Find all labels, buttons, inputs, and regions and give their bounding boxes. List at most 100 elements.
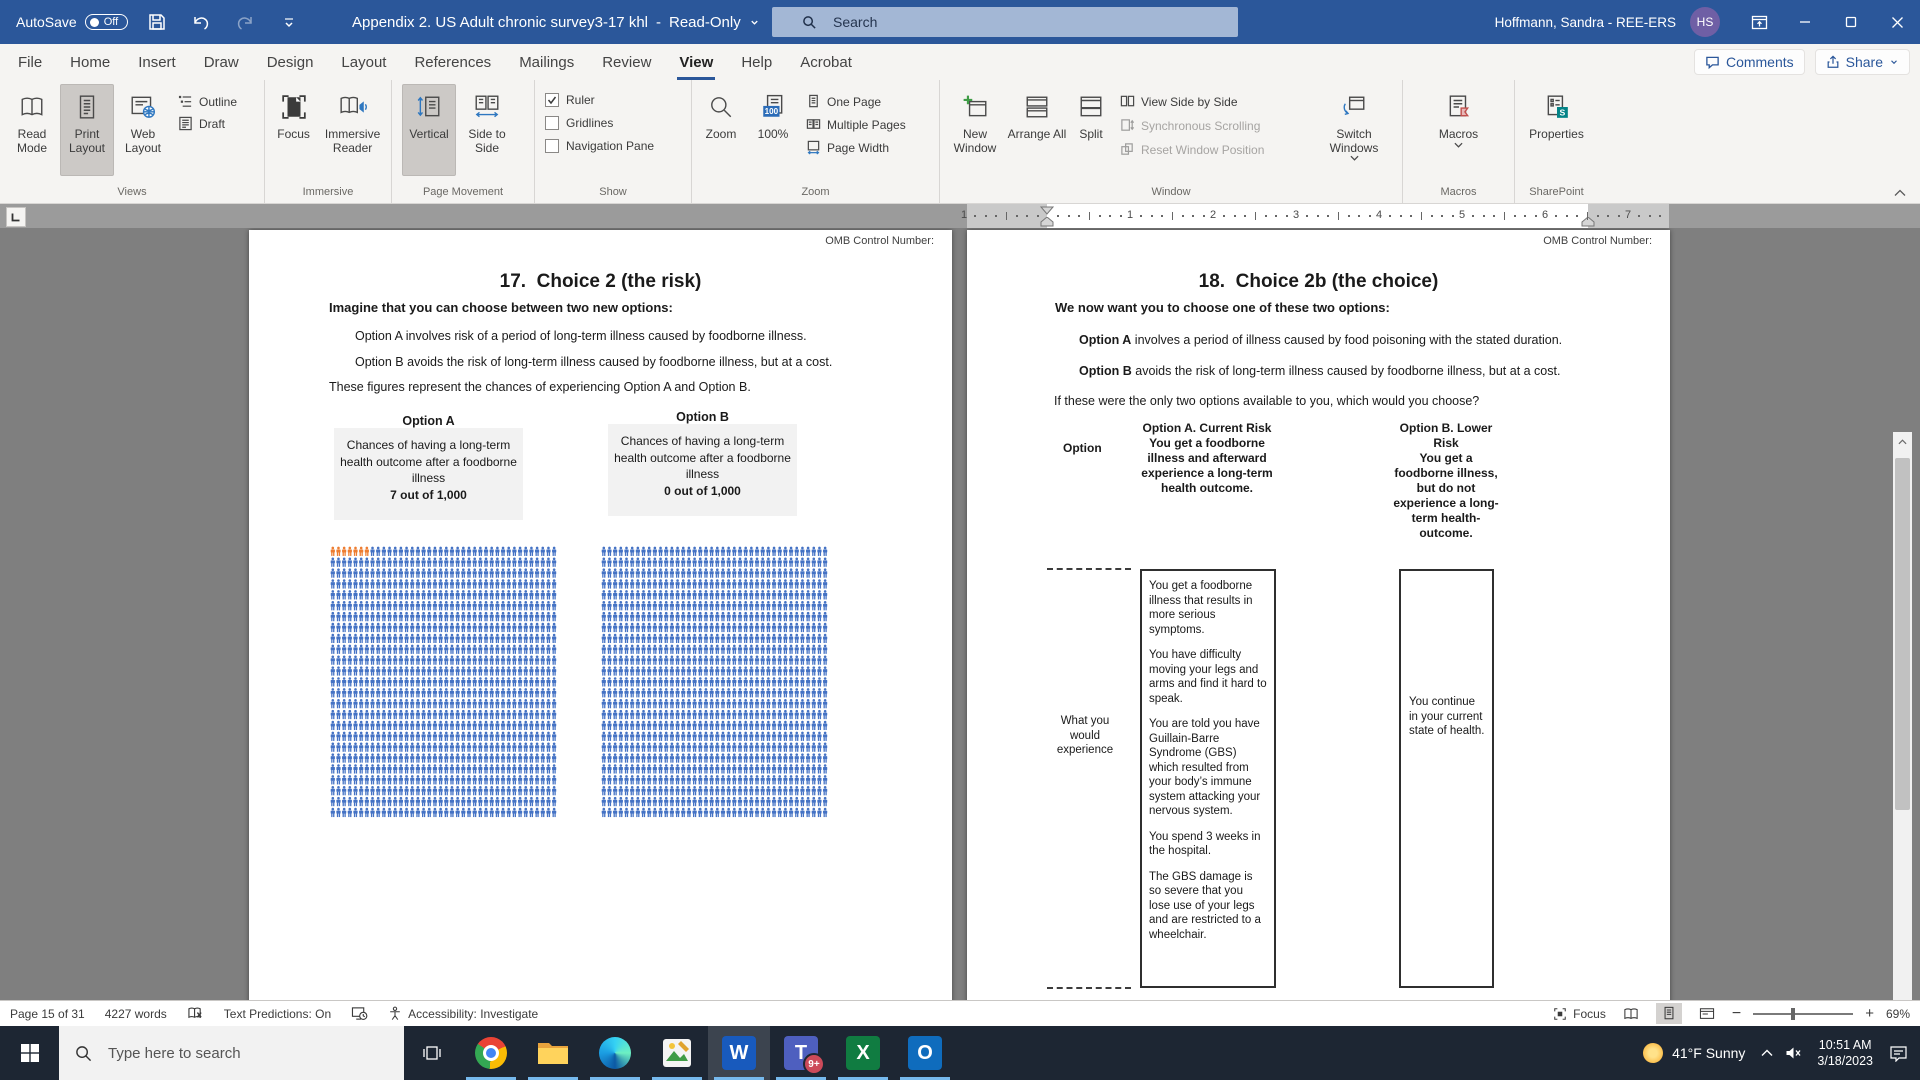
- taskbar-app-excel[interactable]: X: [832, 1026, 894, 1080]
- web-layout-button[interactable]: Web Layout: [114, 84, 172, 176]
- scroll-up-button[interactable]: [1893, 432, 1912, 452]
- word-count-status[interactable]: 4227 words: [105, 1007, 167, 1021]
- multiple-pages-button[interactable]: Multiple Pages: [806, 117, 906, 132]
- read-mode-view-button[interactable]: [1618, 1003, 1644, 1024]
- properties-button[interactable]: S Properties: [1524, 84, 1590, 176]
- taskbar-search-box[interactable]: [59, 1026, 404, 1080]
- show-hidden-icons-button[interactable]: [1761, 1049, 1773, 1057]
- table-header-option-b: Option B. Lower Risk You get a foodborne…: [1391, 421, 1501, 541]
- print-layout-button[interactable]: Print Layout: [60, 84, 114, 176]
- chevron-down-icon: [1889, 57, 1899, 67]
- tab-mailings[interactable]: Mailings: [505, 44, 588, 80]
- tab-references[interactable]: References: [400, 44, 505, 80]
- taskbar-app-outlook[interactable]: O: [894, 1026, 956, 1080]
- share-button[interactable]: Share: [1815, 49, 1910, 75]
- ribbon-display-options-button[interactable]: [1736, 0, 1782, 44]
- taskbar-app-edge[interactable]: [584, 1026, 646, 1080]
- taskbar-clock[interactable]: 10:51 AM 3/18/2023: [1817, 1037, 1873, 1069]
- print-layout-view-button[interactable]: [1656, 1003, 1682, 1024]
- zoom-out-button[interactable]: −: [1732, 1005, 1741, 1023]
- one-page-button[interactable]: One Page: [806, 94, 906, 109]
- redo-button[interactable]: [230, 7, 260, 37]
- comments-button[interactable]: Comments: [1694, 49, 1805, 75]
- intelligent-services-button[interactable]: [351, 1006, 368, 1021]
- navigation-pane-checkbox[interactable]: Navigation Pane: [545, 139, 654, 153]
- tab-view[interactable]: View: [665, 44, 727, 80]
- switch-windows-button[interactable]: Switch Windows: [1318, 84, 1390, 176]
- ruler-scale[interactable]: 11234567: [967, 204, 1669, 228]
- close-button[interactable]: [1874, 0, 1920, 44]
- minimize-button[interactable]: [1782, 0, 1828, 44]
- tab-stop-selector[interactable]: [6, 207, 26, 227]
- web-layout-view-button[interactable]: [1694, 1003, 1720, 1024]
- zoom-100-button[interactable]: 100 100%: [746, 84, 800, 176]
- tab-draw[interactable]: Draw: [190, 44, 253, 80]
- taskbar-app-teams[interactable]: T 9+: [770, 1026, 832, 1080]
- draft-button[interactable]: Draft: [178, 116, 237, 131]
- taskbar-app-file-explorer[interactable]: [522, 1026, 584, 1080]
- maximize-button[interactable]: [1828, 0, 1874, 44]
- autosave-pill[interactable]: Off: [85, 14, 128, 30]
- readonly-badge[interactable]: Read-Only: [669, 14, 741, 31]
- tab-acrobat[interactable]: Acrobat: [786, 44, 866, 80]
- outline-button[interactable]: Outline: [178, 94, 237, 109]
- first-line-indent-marker[interactable]: [1040, 206, 1054, 215]
- zoom-button[interactable]: Zoom: [696, 84, 746, 176]
- task-view-button[interactable]: [404, 1026, 460, 1080]
- new-window-button[interactable]: New Window: [944, 84, 1006, 176]
- collapse-ribbon-button[interactable]: [1894, 189, 1906, 197]
- accessibility-status[interactable]: Accessibility: Investigate: [388, 1006, 538, 1021]
- tab-review[interactable]: Review: [588, 44, 665, 80]
- save-button[interactable]: [142, 7, 172, 37]
- zoom-slider[interactable]: [1753, 1013, 1853, 1015]
- action-center-button[interactable]: [1889, 1045, 1908, 1062]
- ruler-checkbox[interactable]: Ruler: [545, 93, 654, 107]
- taskbar-app-word[interactable]: W: [708, 1026, 770, 1080]
- taskbar-search-input[interactable]: [106, 1044, 350, 1063]
- tab-home[interactable]: Home: [56, 44, 124, 80]
- page-number-status[interactable]: Page 15 of 31: [10, 1007, 85, 1021]
- focus-mode-button[interactable]: Focus: [1553, 1007, 1606, 1021]
- zoom-slider-thumb[interactable]: [1791, 1008, 1795, 1020]
- weather-widget[interactable]: 41°F Sunny: [1643, 1043, 1745, 1063]
- customize-quick-access-button[interactable]: [274, 7, 304, 37]
- hanging-indent-marker[interactable]: [1040, 217, 1054, 227]
- arrange-all-button[interactable]: Arrange All: [1006, 84, 1068, 176]
- text-predictions-status[interactable]: Text Predictions: On: [224, 1007, 331, 1021]
- right-indent-marker[interactable]: [1581, 217, 1595, 227]
- search-input[interactable]: [831, 13, 1165, 31]
- speaker-icon[interactable]: [1785, 1046, 1801, 1060]
- vertical-button[interactable]: Vertical: [402, 84, 456, 176]
- split-button[interactable]: Split: [1068, 84, 1114, 176]
- synchronous-scrolling-button[interactable]: Synchronous Scrolling: [1120, 118, 1316, 133]
- read-mode-button[interactable]: Read Mode: [4, 84, 60, 176]
- taskbar-app-chrome[interactable]: [460, 1026, 522, 1080]
- zoom-in-button[interactable]: +: [1865, 1005, 1874, 1022]
- reset-window-position-button[interactable]: Reset Window Position: [1120, 142, 1316, 157]
- macros-button[interactable]: Macros: [1430, 84, 1488, 176]
- taskbar-app-image-editor[interactable]: [646, 1026, 708, 1080]
- proofing-errors-button[interactable]: [187, 1006, 204, 1021]
- tab-insert[interactable]: Insert: [124, 44, 190, 80]
- avatar[interactable]: HS: [1690, 7, 1720, 37]
- search-bar[interactable]: [772, 7, 1238, 37]
- tab-layout[interactable]: Layout: [327, 44, 400, 80]
- autosave-toggle[interactable]: AutoSave Off: [16, 14, 128, 30]
- document-canvas[interactable]: OMB Control Number: 17. Choice 2 (the ri…: [0, 228, 1920, 1000]
- focus-button[interactable]: Focus: [269, 84, 318, 176]
- vertical-scrollbar[interactable]: [1893, 432, 1912, 1000]
- gridlines-checkbox[interactable]: Gridlines: [545, 116, 654, 130]
- start-button[interactable]: [0, 1026, 59, 1080]
- view-side-by-side-button[interactable]: View Side by Side: [1120, 94, 1316, 109]
- tab-design[interactable]: Design: [253, 44, 328, 80]
- document-page-15[interactable]: OMB Control Number: 17. Choice 2 (the ri…: [249, 230, 952, 1000]
- page-width-button[interactable]: Page Width: [806, 140, 906, 155]
- zoom-percentage[interactable]: 69%: [1886, 1007, 1910, 1021]
- immersive-reader-button[interactable]: Immersive Reader: [318, 84, 387, 176]
- tab-help[interactable]: Help: [727, 44, 786, 80]
- undo-button[interactable]: [186, 7, 216, 37]
- tab-file[interactable]: File: [4, 44, 56, 80]
- scrollbar-thumb[interactable]: [1895, 458, 1910, 810]
- side-to-side-button[interactable]: Side to Side: [456, 84, 518, 176]
- document-page-16[interactable]: OMB Control Number: 18. Choice 2b (the c…: [967, 230, 1670, 1000]
